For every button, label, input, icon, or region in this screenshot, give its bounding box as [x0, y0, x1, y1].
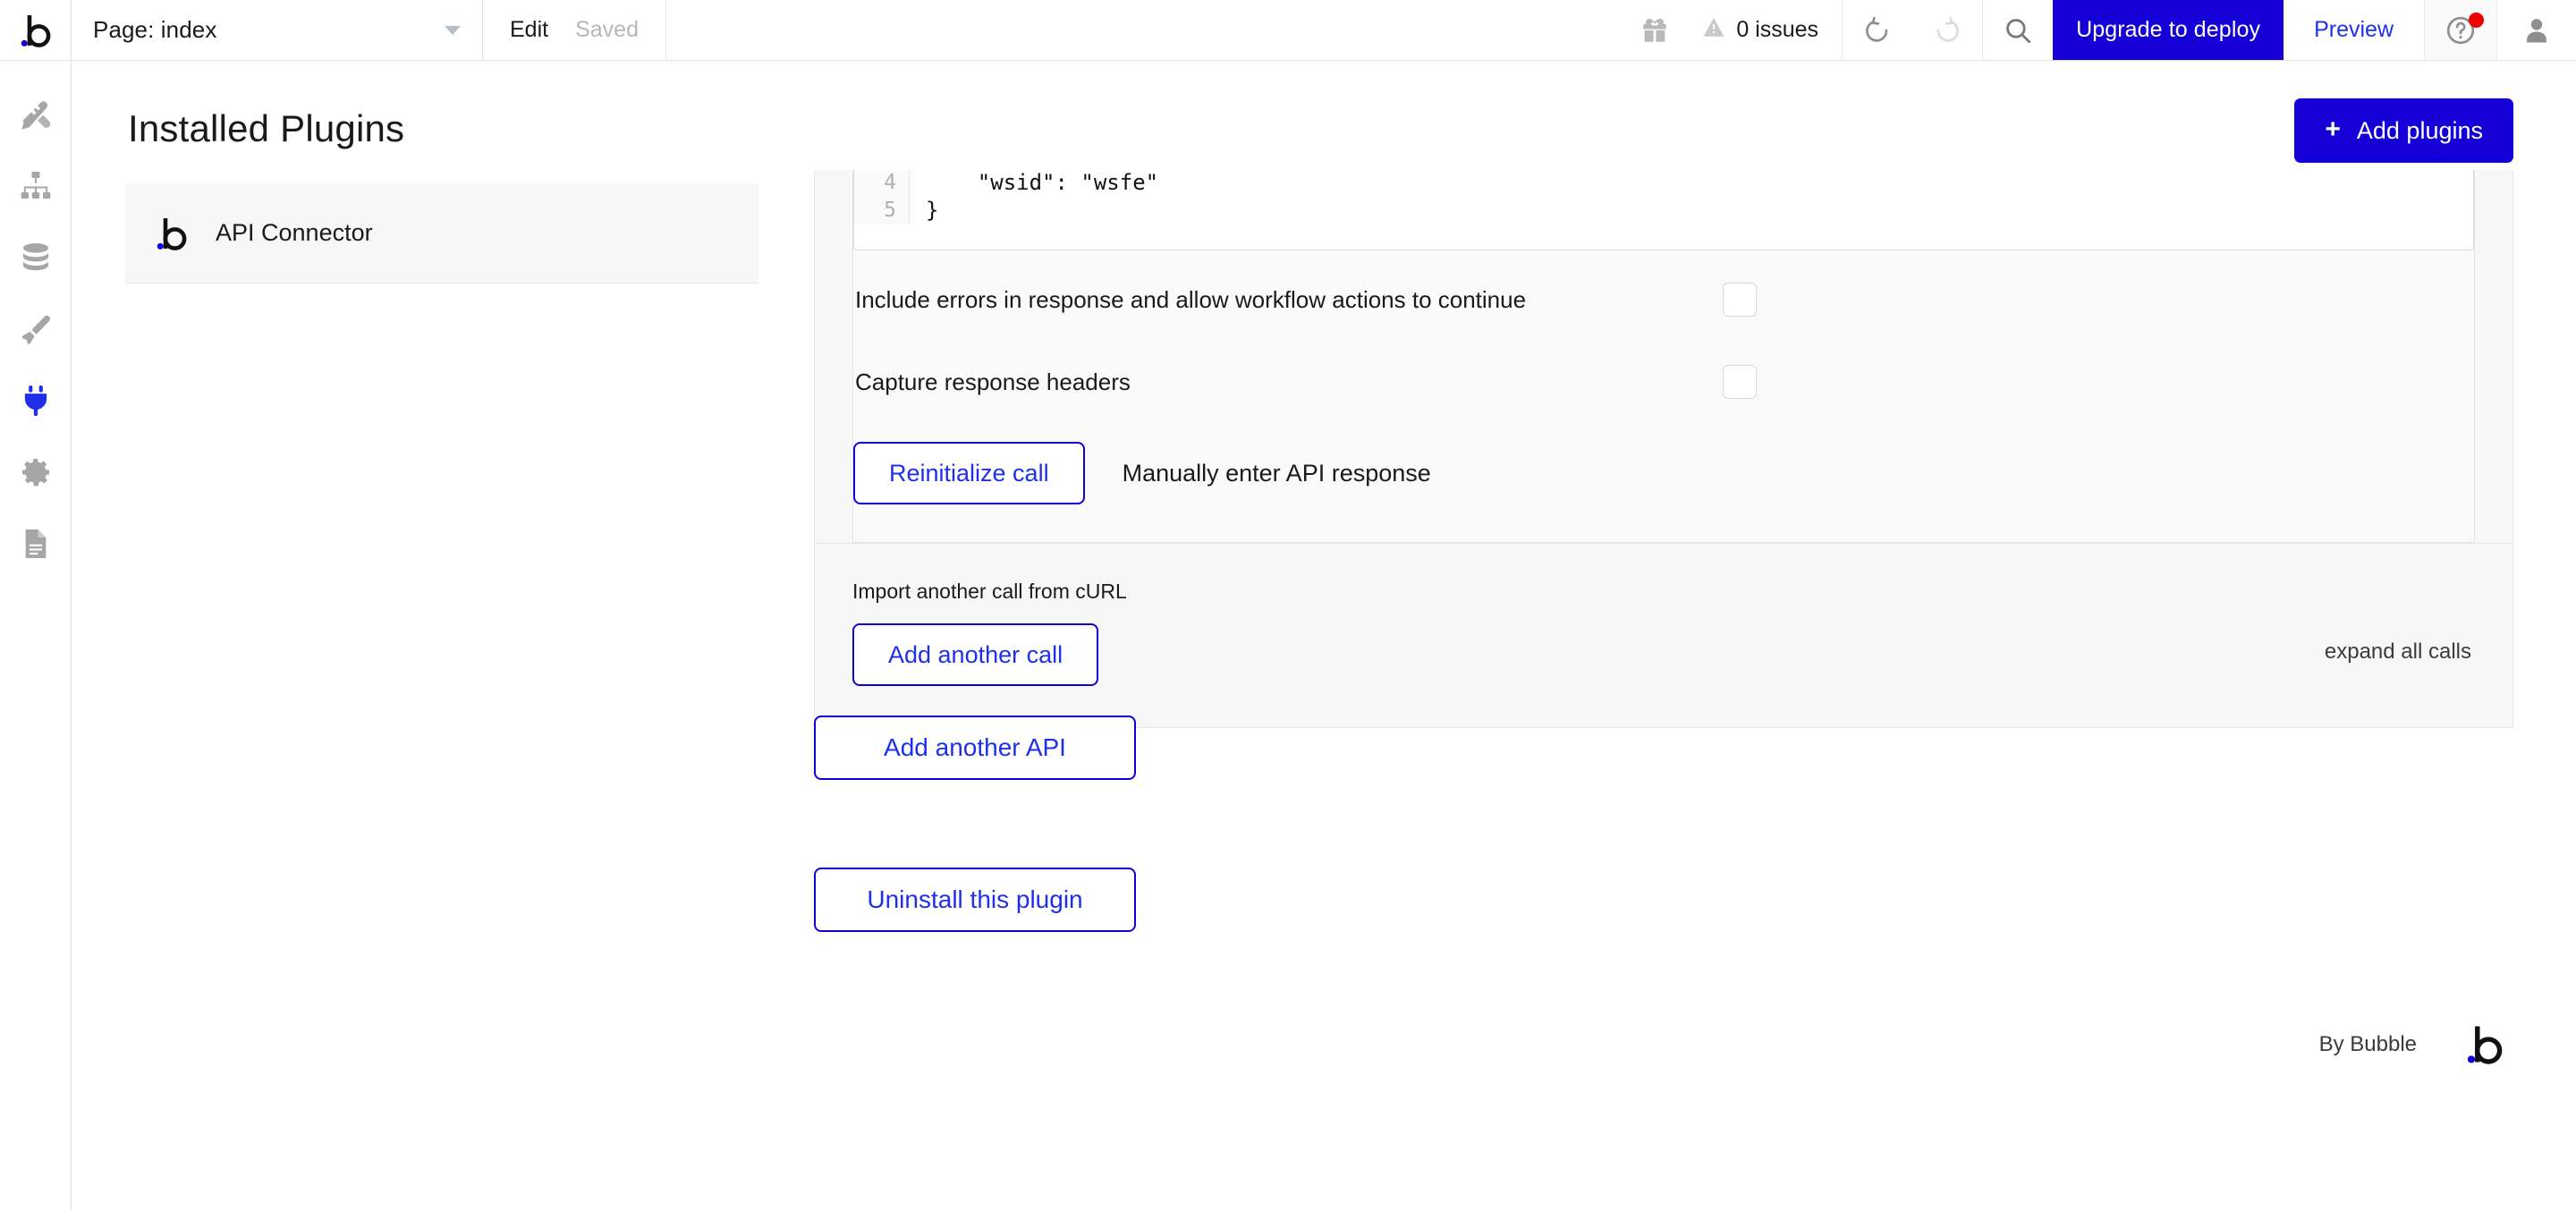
include-errors-checkbox[interactable]	[1723, 283, 1757, 317]
user-avatar-icon[interactable]	[2497, 0, 2576, 60]
workflow-hierarchy-icon	[18, 168, 54, 208]
add-plugins-button[interactable]: + Add plugins	[2294, 98, 2513, 163]
bubble-logo-icon	[2467, 1024, 2503, 1064]
edit-tab[interactable]: Edit	[510, 17, 548, 43]
plugins-plug-icon	[18, 383, 54, 423]
rail-item-styles[interactable]	[0, 295, 72, 367]
bubble-logo-icon	[21, 13, 51, 47]
line-number: 5	[854, 197, 910, 224]
edit-status-group: Edit Saved	[483, 0, 666, 60]
add-another-api-button[interactable]: Add another API	[814, 716, 1136, 780]
page-title: Installed Plugins	[128, 107, 405, 149]
option-row-include-errors: Include errors in response and allow wor…	[853, 267, 2474, 333]
by-bubble-footer: By Bubble	[2319, 1024, 2503, 1064]
by-bubble-label: By Bubble	[2318, 1031, 2417, 1056]
settings-gear-icon	[18, 454, 54, 495]
uninstall-plugin-button[interactable]: Uninstall this plugin	[814, 868, 1136, 932]
code-line: 5 }	[854, 197, 2473, 224]
curl-import-section: Import another call from cURL Add anothe…	[815, 543, 2512, 727]
list-item[interactable]: API Connector	[125, 183, 758, 284]
bubble-logo-icon	[157, 216, 187, 250]
gift-icon[interactable]	[1620, 0, 1690, 60]
help-circle-icon[interactable]	[2424, 0, 2497, 60]
rail-item-workflow[interactable]	[0, 152, 72, 224]
search-icon[interactable]	[1982, 0, 2053, 60]
line-content: "wsid": "wsfe"	[926, 170, 1159, 195]
line-content: }	[926, 198, 939, 223]
chevron-down-icon	[445, 25, 461, 35]
page-selector[interactable]: Page: index	[72, 0, 483, 60]
add-plugins-label: Add plugins	[2356, 116, 2483, 144]
undo-icon[interactable]	[1842, 0, 1912, 60]
bubble-home-logo[interactable]	[0, 0, 72, 60]
add-another-call-button[interactable]: Add another call	[852, 623, 1099, 686]
api-call-panel: 3 "tax_id": "20409578472", 4 "wsid": "ws…	[852, 170, 2475, 543]
rail-item-data[interactable]	[0, 224, 72, 295]
code-line: 4 "wsid": "wsfe"	[854, 170, 2473, 197]
manually-enter-api-response-link[interactable]: Manually enter API response	[1123, 460, 1431, 487]
saved-status: Saved	[575, 17, 639, 42]
page-selector-value: Page: index	[93, 16, 217, 43]
left-icon-rail	[0, 61, 72, 1211]
rail-item-logs[interactable]	[0, 510, 72, 581]
api-connector-card: 3 "tax_id": "20409578472", 4 "wsid": "ws…	[814, 170, 2513, 728]
capture-headers-label: Capture response headers	[855, 368, 1131, 395]
toolbar-right-group: 0 issues Upgrade to deploy Preview	[1620, 0, 2576, 60]
data-database-icon	[18, 240, 54, 280]
json-body-editor[interactable]: 3 "tax_id": "20409578472", 4 "wsid": "ws…	[853, 170, 2474, 250]
call-action-row: Reinitialize call Manually enter API res…	[853, 442, 2474, 504]
option-row-capture-headers: Capture response headers	[853, 349, 2474, 415]
top-toolbar: Page: index Edit Saved 0 issues Upgrade …	[0, 0, 2576, 61]
issues-count-label: 0 issues	[1736, 17, 1819, 42]
plus-icon: +	[2325, 114, 2341, 144]
add-another-api-wrapper: Add another API	[814, 716, 1136, 780]
page-header: Installed Plugins + Add plugins	[72, 61, 2576, 163]
rail-item-plugins[interactable]	[0, 367, 72, 438]
upgrade-to-deploy-label: Upgrade to deploy	[2076, 17, 2261, 42]
preview-button[interactable]: Preview	[2284, 0, 2424, 60]
warning-triangle-icon	[1702, 16, 1725, 44]
rail-item-settings[interactable]	[0, 438, 72, 510]
installed-plugin-list: API Connector	[125, 183, 758, 284]
include-errors-label: Include errors in response and allow wor…	[855, 285, 1527, 313]
reinitialize-call-button[interactable]: Reinitialize call	[853, 442, 1085, 504]
code-scroll-area: 3 "tax_id": "20409578472", 4 "wsid": "ws…	[854, 170, 2473, 224]
redo-icon[interactable]	[1912, 0, 1982, 60]
logs-document-icon	[18, 526, 54, 566]
capture-headers-checkbox[interactable]	[1723, 365, 1757, 399]
styles-paintbrush-icon	[18, 311, 54, 351]
preview-label: Preview	[2314, 17, 2394, 42]
issues-indicator[interactable]: 0 issues	[1690, 0, 1842, 60]
rail-item-design[interactable]	[0, 80, 72, 152]
help-notification-badge	[2469, 13, 2484, 28]
line-number: 4	[854, 170, 910, 197]
upgrade-to-deploy-button[interactable]: Upgrade to deploy	[2053, 0, 2284, 60]
curl-caption: Import another call from cURL	[852, 580, 1127, 603]
expand-all-calls-link[interactable]: expand all calls	[2325, 639, 2471, 665]
uninstall-plugin-wrapper: Uninstall this plugin	[814, 868, 1136, 932]
design-pencil-ruler-icon	[18, 97, 54, 137]
plugin-name-label: API Connector	[216, 219, 373, 246]
